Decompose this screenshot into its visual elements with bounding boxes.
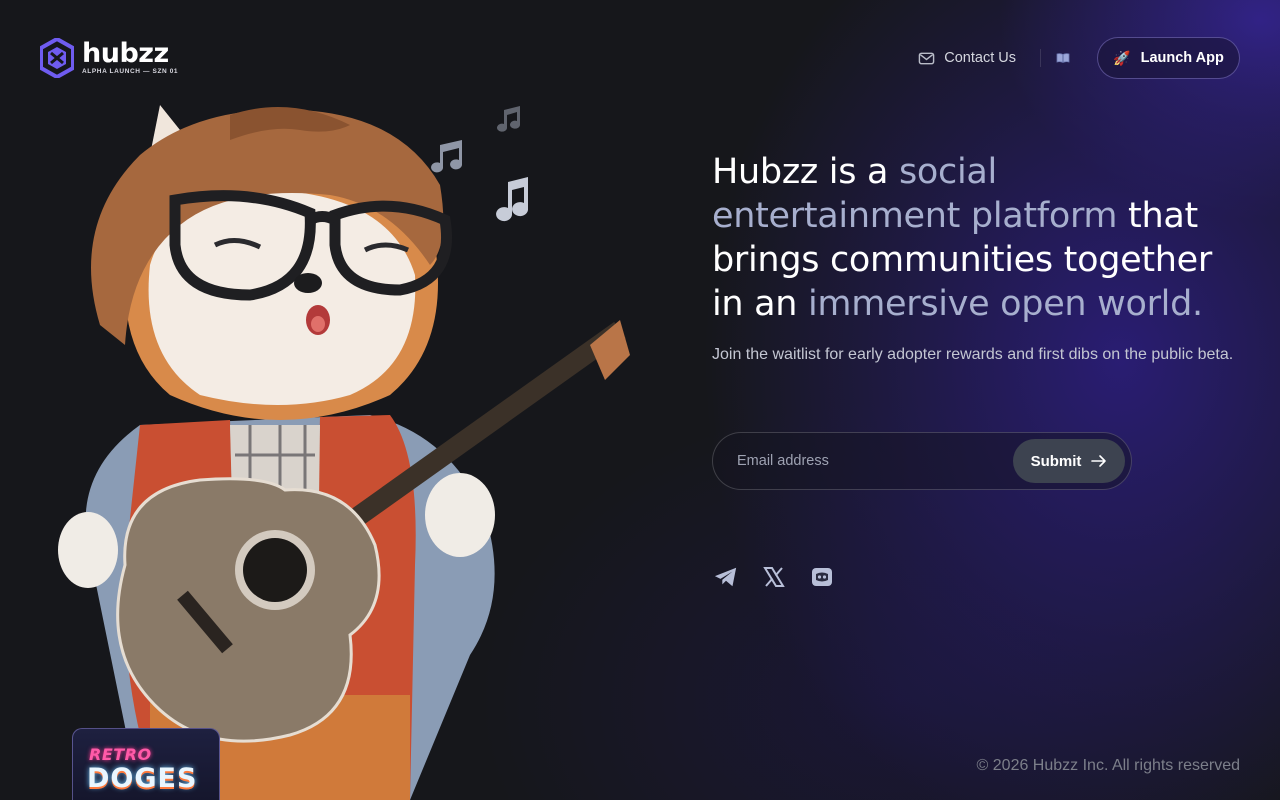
contact-us-label: Contact Us xyxy=(944,50,1016,66)
rocket-icon: 🚀 xyxy=(1113,49,1131,66)
copyright: © 2026 Hubzz Inc. All rights reserved xyxy=(976,757,1240,774)
hero-headline: Hubzz is a social entertainment platform… xyxy=(712,150,1252,326)
contact-us-link[interactable]: Contact Us xyxy=(918,50,1016,67)
telegram-icon xyxy=(714,567,737,587)
hubzz-logo-icon xyxy=(40,38,74,78)
submit-button[interactable]: Submit xyxy=(1013,439,1125,483)
telegram-link[interactable] xyxy=(714,565,738,589)
nav-divider xyxy=(1040,49,1041,67)
mail-icon xyxy=(918,52,935,64)
top-nav: Contact Us 🚀 Launch App xyxy=(918,37,1240,79)
badge-line-2: DOGES xyxy=(87,763,198,794)
submit-label: Submit xyxy=(1030,452,1082,470)
discord-link[interactable] xyxy=(810,565,834,589)
social-links xyxy=(714,565,834,589)
brand-tagline: ALPHA LAUNCH — SZN 01 xyxy=(82,68,179,76)
brand-logo[interactable]: hubzz ALPHA LAUNCH — SZN 01 xyxy=(40,38,178,78)
arrow-right-icon xyxy=(1091,455,1107,467)
brand-name: hubzz xyxy=(82,38,169,70)
music-note-icon xyxy=(431,106,528,222)
waitlist-form: Submit xyxy=(712,432,1132,490)
badge-line-1: RETRO xyxy=(89,745,152,764)
launch-app-label: Launch App xyxy=(1140,50,1224,66)
x-link[interactable] xyxy=(762,565,786,589)
book-icon xyxy=(1056,53,1070,63)
docs-button[interactable] xyxy=(1053,48,1073,68)
email-input[interactable] xyxy=(737,453,1013,469)
hero-subtitle: Join the waitlist for early adopter rewa… xyxy=(712,346,1234,363)
headline-accent-2: immersive open world. xyxy=(808,284,1203,324)
discord-icon xyxy=(812,568,832,586)
x-icon xyxy=(763,567,785,587)
guitar-doge-illustration xyxy=(58,105,630,800)
hero-section: Hubzz is a social entertainment platform… xyxy=(712,150,1252,367)
headline-part-1: Hubzz is a xyxy=(712,152,899,192)
retro-doges-badge[interactable]: RETRO DOGES xyxy=(72,728,220,800)
launch-app-button[interactable]: 🚀 Launch App xyxy=(1097,37,1240,79)
